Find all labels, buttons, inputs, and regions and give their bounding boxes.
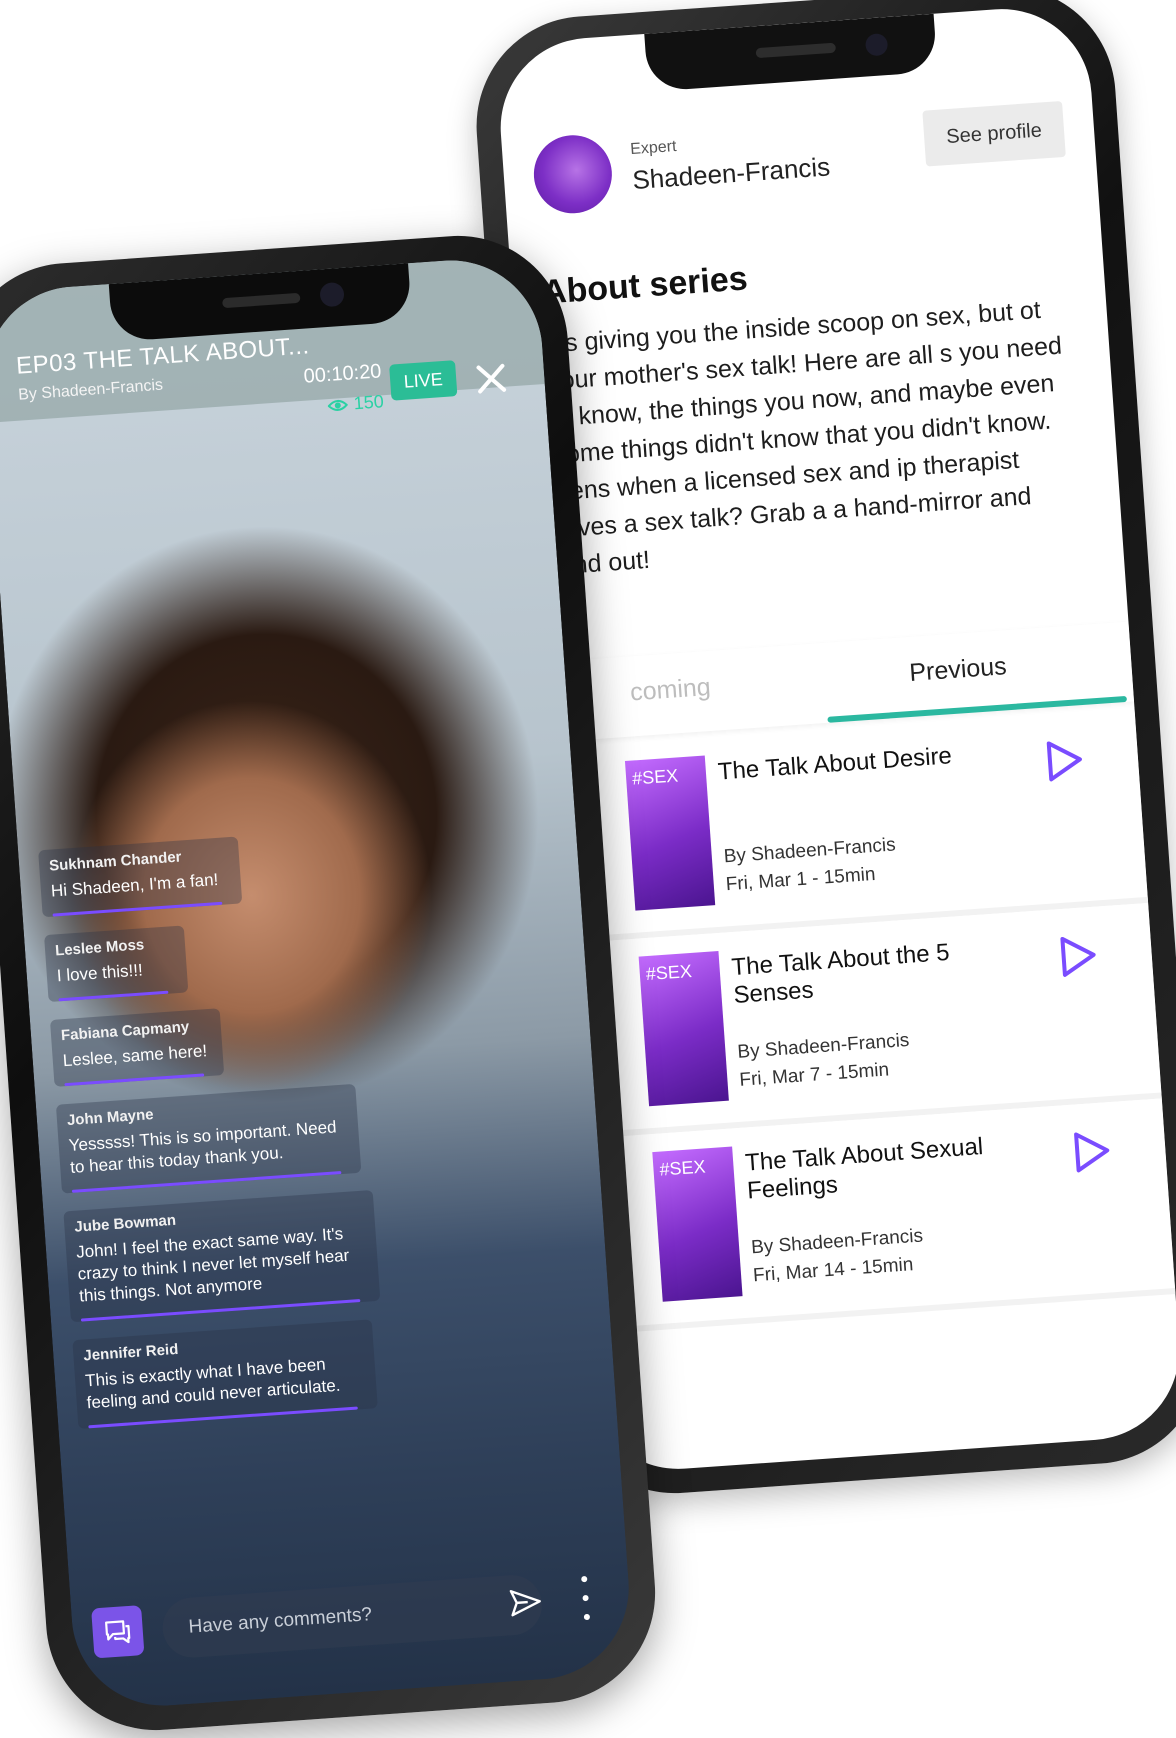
episode-date: Fri, Mar 1 - 15min	[725, 863, 877, 896]
live-video-screen: EP03 THE TALK ABOUT... By Shadeen-Franci…	[0, 254, 635, 1712]
chat-bubble-icon[interactable]	[91, 1605, 145, 1659]
episode-title: The Talk About Sexual Feelings	[744, 1133, 985, 1205]
episode-thumbnail: #SEX	[652, 1146, 743, 1302]
comment-text: Leslee, same here!	[62, 1041, 208, 1071]
episode-thumbnail: #SEX	[624, 755, 716, 911]
expert-header: Expert Shadeen-Francis See profile	[531, 100, 1069, 248]
episode-item[interactable]: #SEX The Talk About Sexual Feelings By S…	[571, 1098, 1176, 1336]
more-options-icon[interactable]	[578, 1575, 593, 1621]
episode-date: Fri, Mar 14 - 15min	[752, 1254, 914, 1287]
comment-divider	[58, 990, 169, 1002]
comment-divider	[64, 1073, 205, 1087]
episode-title: The Talk About the 5 Senses	[730, 938, 951, 1010]
episode-tag: #SEX	[658, 1156, 707, 1180]
comment-item: Leslee Moss I love this!!!	[44, 925, 189, 1003]
about-series-text: ies giving you the inside scoop on sex, …	[544, 295, 1063, 580]
expert-name: Shadeen-Francis	[631, 151, 832, 196]
expert-avatar[interactable]	[531, 132, 615, 216]
comment-text: John! I feel the exact same way. It's cr…	[75, 1224, 350, 1306]
comment-item: John Mayne Yesssss! This is so important…	[55, 1083, 362, 1194]
play-icon[interactable]	[1054, 932, 1101, 979]
tab-previous[interactable]: Previous	[909, 652, 1008, 688]
tab-upcoming[interactable]: coming	[629, 673, 711, 708]
episode-title: The Talk About Desire	[716, 742, 953, 786]
comment-divider	[52, 901, 223, 917]
comment-item: Sukhnam Chander Hi Shadeen, I'm a fan!	[38, 836, 243, 918]
send-icon[interactable]	[507, 1583, 545, 1621]
play-icon[interactable]	[1068, 1128, 1115, 1175]
comment-input[interactable]	[160, 1573, 544, 1660]
comment-item: Jube Bowman John! I feel the exact same …	[63, 1189, 381, 1323]
comment-input-bar	[91, 1564, 613, 1670]
comment-author: Leslee Moss	[54, 936, 145, 960]
eye-icon	[327, 399, 349, 411]
episode-date: Fri, Mar 7 - 15min	[738, 1059, 890, 1091]
comment-item: Jennifer Reid This is exactly what I hav…	[72, 1319, 378, 1430]
play-icon[interactable]	[1040, 737, 1087, 784]
live-badge: LIVE	[389, 360, 458, 401]
episode-tag: #SEX	[631, 765, 679, 789]
comment-text: I love this!!!	[56, 960, 144, 986]
comment-item: Fabiana Capmany Leslee, same here!	[49, 1008, 225, 1087]
viewer-count: 150	[327, 391, 384, 416]
expert-label: Expert	[629, 137, 678, 159]
episode-thumbnail: #SEX	[638, 950, 729, 1107]
viewer-count-value: 150	[352, 391, 385, 414]
comment-feed: Sukhnam Chander Hi Shadeen, I'm a fan! L…	[38, 827, 419, 1447]
close-icon[interactable]	[473, 361, 509, 397]
see-profile-button[interactable]: See profile	[922, 100, 1066, 167]
comment-text: Hi Shadeen, I'm a fan!	[50, 869, 219, 901]
about-series-title: About series	[540, 259, 749, 312]
comment-author: Fabiana Capmany	[60, 1018, 190, 1045]
episode-list: #SEX The Talk About Desire By Shadeen-Fr…	[543, 707, 1176, 1336]
episode-tag: #SEX	[645, 960, 693, 985]
live-phone: EP03 THE TALK ABOUT... By Shadeen-Franci…	[0, 228, 663, 1738]
